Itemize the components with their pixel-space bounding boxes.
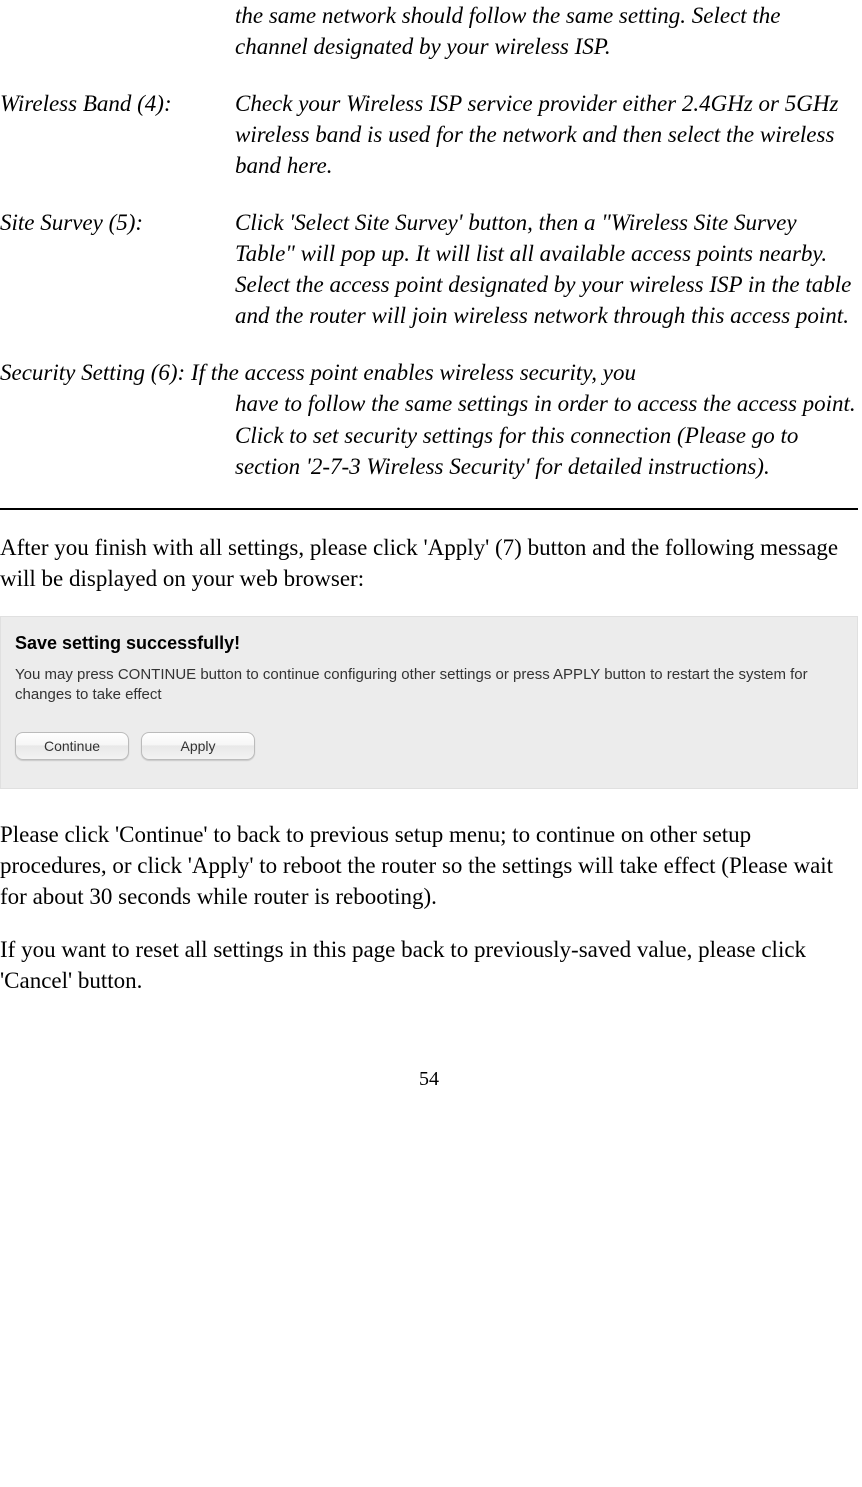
definition-row-security-setting: Security Setting (6): If the access poin… [0, 357, 858, 481]
definition-label-placeholder [0, 0, 235, 62]
definition-value-security-first-line: If the access point enables wireless sec… [191, 360, 636, 385]
paragraph-after-apply: After you finish with all settings, plea… [0, 532, 858, 594]
panel-button-row: Continue Apply [15, 732, 843, 760]
definition-value-site-survey: Click 'Select Site Survey' button, then … [235, 207, 858, 331]
paragraph-reset: If you want to reset all settings in thi… [0, 934, 858, 996]
definition-label-wireless-band: Wireless Band (4): [0, 88, 235, 181]
definition-value-channel-cont: the same network should follow the same … [235, 0, 858, 62]
definition-value-security-cont: have to follow the same settings in orde… [235, 388, 858, 481]
panel-description: You may press CONTINUE button to continu… [15, 665, 843, 704]
definition-label-security-setting: Security Setting (6): [0, 360, 191, 385]
page-number: 54 [0, 1066, 858, 1093]
definition-value-wireless-band: Check your Wireless ISP service provider… [235, 88, 858, 181]
paragraph-continue: Please click 'Continue' to back to previ… [0, 819, 858, 912]
continue-button[interactable]: Continue [15, 732, 129, 760]
save-success-panel: Save setting successfully! You may press… [0, 616, 858, 789]
apply-button[interactable]: Apply [141, 732, 255, 760]
definition-row-channel-cont: the same network should follow the same … [0, 0, 858, 62]
panel-title: Save setting successfully! [15, 631, 843, 655]
definition-row-wireless-band: Wireless Band (4): Check your Wireless I… [0, 88, 858, 181]
definition-label-site-survey: Site Survey (5): [0, 207, 235, 331]
definition-row-site-survey: Site Survey (5): Click 'Select Site Surv… [0, 207, 858, 331]
section-divider [0, 508, 858, 510]
